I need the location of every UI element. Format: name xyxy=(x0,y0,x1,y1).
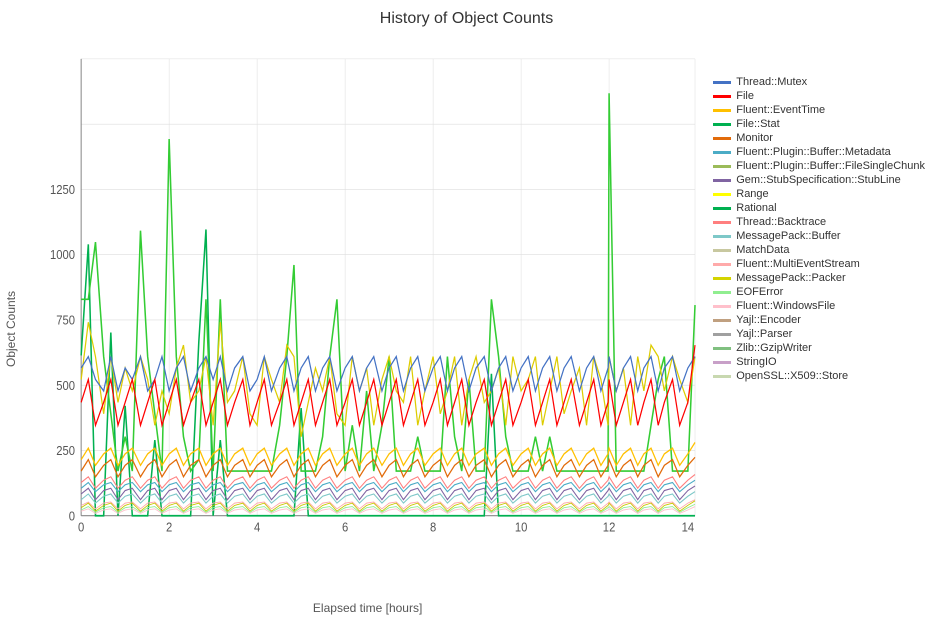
svg-text:0: 0 xyxy=(78,520,85,535)
svg-text:750: 750 xyxy=(56,313,75,328)
legend-color-swatch xyxy=(713,221,731,224)
legend-label: StringIO xyxy=(736,356,776,368)
x-axis-label: Elapsed time [hours] xyxy=(30,597,705,621)
svg-text:250: 250 xyxy=(56,443,75,458)
legend-color-swatch xyxy=(713,207,731,210)
legend-item: Rational xyxy=(713,202,925,214)
legend-label: MatchData xyxy=(736,244,789,256)
legend-label: OpenSSL::X509::Store xyxy=(736,370,848,382)
svg-text:8: 8 xyxy=(430,520,437,535)
legend-label: Fluent::MultiEventStream xyxy=(736,258,860,270)
legend-item: Thread::Mutex xyxy=(713,76,925,88)
legend-label: Fluent::WindowsFile xyxy=(736,300,835,312)
svg-text:0: 0 xyxy=(69,509,76,524)
svg-text:14: 14 xyxy=(682,520,695,535)
legend-label: Thread::Mutex xyxy=(736,76,807,88)
svg-text:500: 500 xyxy=(56,378,75,393)
legend-item: Fluent::Plugin::Buffer::Metadata xyxy=(713,146,925,158)
legend-item: Thread::Backtrace xyxy=(713,216,925,228)
legend-color-swatch xyxy=(713,95,731,98)
legend-label: Fluent::EventTime xyxy=(736,104,825,116)
legend-color-swatch xyxy=(713,277,731,280)
legend-color-swatch xyxy=(713,123,731,126)
legend-color-swatch xyxy=(713,137,731,140)
legend-label: File xyxy=(736,90,754,102)
legend-item: Yajl::Encoder xyxy=(713,314,925,326)
legend-item: Fluent::EventTime xyxy=(713,104,925,116)
legend-label: EOFError xyxy=(736,286,783,298)
legend-color-swatch xyxy=(713,333,731,336)
legend-color-swatch xyxy=(713,347,731,350)
chart-title: History of Object Counts xyxy=(380,10,553,28)
legend-item: OpenSSL::X509::Store xyxy=(713,370,925,382)
svg-text:2: 2 xyxy=(166,520,173,535)
legend: Thread::MutexFileFluent::EventTimeFile::… xyxy=(705,36,933,621)
legend-item: Gem::StubSpecification::StubLine xyxy=(713,174,925,186)
legend-label: Range xyxy=(736,188,768,200)
svg-text:12: 12 xyxy=(603,520,616,535)
legend-label: Thread::Backtrace xyxy=(736,216,826,228)
legend-label: MessagePack::Buffer xyxy=(736,230,840,242)
legend-label: Monitor xyxy=(736,132,773,144)
legend-color-swatch xyxy=(713,151,731,154)
svg-text:6: 6 xyxy=(342,520,349,535)
legend-color-swatch xyxy=(713,263,731,266)
legend-color-swatch xyxy=(713,165,731,168)
svg-text:4: 4 xyxy=(254,520,261,535)
legend-color-swatch xyxy=(713,235,731,238)
legend-label: MessagePack::Packer xyxy=(736,272,845,284)
svg-text:10: 10 xyxy=(515,520,528,535)
legend-item: Fluent::MultiEventStream xyxy=(713,258,925,270)
legend-color-swatch xyxy=(713,305,731,308)
legend-label: Gem::StubSpecification::StubLine xyxy=(736,174,900,186)
legend-color-swatch xyxy=(713,109,731,112)
legend-item: Yajl::Parser xyxy=(713,328,925,340)
legend-color-swatch xyxy=(713,249,731,252)
legend-item: Range xyxy=(713,188,925,200)
chart-container: History of Object Counts Object Counts xyxy=(0,0,933,621)
legend-color-swatch xyxy=(713,375,731,378)
legend-color-swatch xyxy=(713,291,731,294)
legend-color-swatch xyxy=(713,179,731,182)
legend-color-swatch xyxy=(713,193,731,196)
legend-label: File::Stat xyxy=(736,118,779,130)
svg-text:1250: 1250 xyxy=(50,182,75,197)
legend-label: Rational xyxy=(736,202,776,214)
svg-text:1000: 1000 xyxy=(50,248,75,263)
legend-item: EOFError xyxy=(713,286,925,298)
chart-svg-area: 0 250 500 750 1000 1250 0 2 4 6 8 10 12 … xyxy=(30,36,705,597)
legend-label: Fluent::Plugin::Buffer::Metadata xyxy=(736,146,891,158)
legend-item: MessagePack::Buffer xyxy=(713,230,925,242)
legend-label: Yajl::Encoder xyxy=(736,314,801,326)
legend-color-swatch xyxy=(713,361,731,364)
legend-item: StringIO xyxy=(713,356,925,368)
legend-item: Fluent::Plugin::Buffer::FileSingleChunk xyxy=(713,160,925,172)
legend-item: MatchData xyxy=(713,244,925,256)
legend-item: File::Stat xyxy=(713,118,925,130)
legend-color-swatch xyxy=(713,319,731,322)
legend-item: MessagePack::Packer xyxy=(713,272,925,284)
legend-label: Fluent::Plugin::Buffer::FileSingleChunk xyxy=(736,160,925,172)
legend-item: Zlib::GzipWriter xyxy=(713,342,925,354)
legend-item: Monitor xyxy=(713,132,925,144)
y-axis-label: Object Counts xyxy=(0,36,30,621)
legend-color-swatch xyxy=(713,81,731,84)
legend-item: File xyxy=(713,90,925,102)
legend-label: Zlib::GzipWriter xyxy=(736,342,812,354)
legend-label: Yajl::Parser xyxy=(736,328,792,340)
legend-item: Fluent::WindowsFile xyxy=(713,300,925,312)
